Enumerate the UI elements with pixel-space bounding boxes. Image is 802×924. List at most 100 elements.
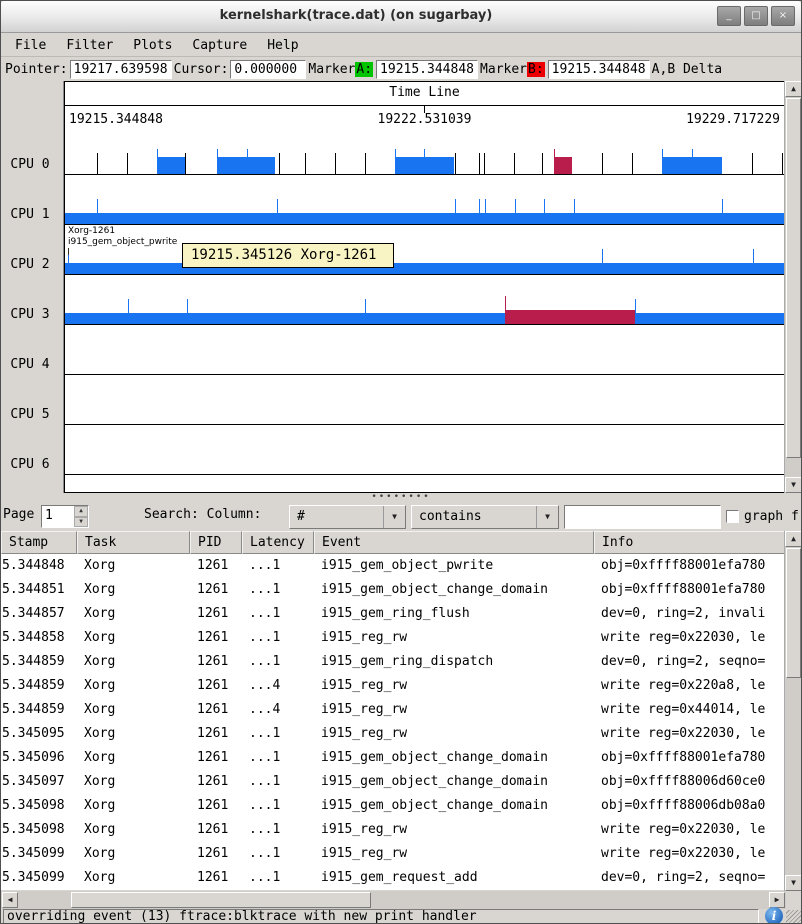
column-header[interactable]: Latency [242,531,314,554]
menu-capture[interactable]: Capture [182,36,257,55]
table-row[interactable]: 5.344859Xorg1261...4i915_reg_rwwrite reg… [1,698,786,722]
column-header[interactable]: Event [314,531,594,554]
pane-splitter[interactable]: •••••••• [1,493,801,503]
table-cell: i915_reg_rw [314,674,594,698]
table-cell: 5.344859 [1,674,77,698]
info-icon[interactable]: i [765,907,783,924]
table-row[interactable]: 5.345099Xorg1261...1i915_reg_rwwrite reg… [1,842,786,866]
table-cell: Xorg [77,794,190,818]
table-row[interactable]: 5.344851Xorg1261...1i915_gem_object_chan… [1,578,786,602]
close-button[interactable]: × [771,6,795,26]
table-row[interactable]: 5.344857Xorg1261...1i915_gem_ring_flushd… [1,602,786,626]
table-cell: Xorg [77,674,190,698]
table-cell: dev=0, ring=2, seqno= [594,866,786,890]
marker-a-badge[interactable]: A: [355,62,373,77]
search-input[interactable] [564,505,721,529]
hover-event-label: i915_gem_object_pwrite [68,237,177,247]
graph-vertical-scrollbar[interactable]: ▲ ▼ [784,81,801,493]
timeline-canvas[interactable] [65,82,784,492]
menu-filter[interactable]: Filter [56,36,123,55]
table-cell: i915_gem_ring_dispatch [314,650,594,674]
table-cell: i915_reg_rw [314,626,594,650]
graph-follows-label: graph f [744,509,799,524]
scroll-left-icon[interactable]: ◀ [2,892,18,908]
table-cell: 5.345098 [1,818,77,842]
column-header[interactable]: Task [77,531,190,554]
table-cell: ...1 [242,770,314,794]
table-vertical-scrollbar[interactable]: ▲ ▼ [784,531,801,891]
hscroll-thumb[interactable] [71,892,371,908]
minimize-button[interactable]: _ [717,6,741,26]
window-title: kernelshark(trace.dat) (on sugarbay) [1,8,711,23]
timeline-plot[interactable]: Time Line 19215.344848 19222.531039 1922… [64,81,785,493]
table-cell: ...1 [242,842,314,866]
status-message: overriding event (13) ftrace:blktrace wi… [3,909,759,924]
menu-file[interactable]: File [5,36,56,55]
cpu-track-6 [65,474,784,475]
graph-follows-checkbox[interactable] [726,510,739,523]
table-row[interactable]: 5.345096Xorg1261...1i915_gem_object_chan… [1,746,786,770]
table-row[interactable]: 5.345098Xorg1261...1i915_reg_rwwrite reg… [1,818,786,842]
table-row[interactable]: 5.345098Xorg1261...1i915_gem_object_chan… [1,794,786,818]
table-row[interactable]: 5.345099Xorg1261...1i915_gem_request_add… [1,866,786,890]
table-row[interactable]: 5.345097Xorg1261...1i915_gem_object_chan… [1,770,786,794]
table-cell: ...1 [242,650,314,674]
table-cell: ...4 [242,698,314,722]
match-select[interactable]: contains ▼ [411,505,559,529]
title-bar[interactable]: kernelshark(trace.dat) (on sugarbay) _ □… [1,1,801,33]
marker-b-value: 19215.344848 [548,60,650,79]
page-spinner-arrows[interactable]: ▲▼ [74,506,88,527]
table-row[interactable]: 5.344859Xorg1261...4i915_reg_rwwrite reg… [1,674,786,698]
menu-plots[interactable]: Plots [123,36,182,55]
hover-task-label: Xorg-1261 [68,226,115,236]
table-cell: ...1 [242,818,314,842]
table-row[interactable]: 5.344859Xorg1261...1i915_gem_ring_dispat… [1,650,786,674]
marker-info-bar: Pointer: 19217.639598 Cursor: 0.000000 M… [1,57,801,81]
table-cell: ...1 [242,866,314,890]
table-row[interactable]: 5.344848Xorg1261...1i915_gem_object_pwri… [1,554,786,578]
table-row[interactable]: 5.345095Xorg1261...1i915_reg_rwwrite reg… [1,722,786,746]
cpu-row-label: CPU 3 [1,307,59,322]
cursor-value: 0.000000 [230,60,306,79]
table-cell: ...4 [242,674,314,698]
table-cell: Xorg [77,722,190,746]
graph-panel: CPU 0CPU 1CPU 2CPU 3CPU 4CPU 5CPU 6 Time… [1,81,801,493]
table-header: StampTaskPIDLatencyEventInfo [1,531,786,554]
column-header[interactable]: Stamp [1,531,77,554]
table-cell: 1261 [190,554,242,578]
page-spinner[interactable]: 1 ▲▼ [41,505,89,528]
table-cell: Xorg [77,770,190,794]
page-value: 1 [45,508,53,523]
table-cell: 5.344851 [1,578,77,602]
table-cell: Xorg [77,554,190,578]
resize-grip[interactable] [786,910,801,924]
table-cell: i915_reg_rw [314,698,594,722]
table-cell: write reg=0x220a8, le [594,674,786,698]
table-cell: Xorg [77,650,190,674]
table-row[interactable]: 5.344858Xorg1261...1i915_reg_rwwrite reg… [1,626,786,650]
marker-b-badge[interactable]: B: [527,62,545,77]
table-cell: i915_reg_rw [314,722,594,746]
table-cell: ...1 [242,626,314,650]
table-cell: write reg=0x22030, le [594,842,786,866]
maximize-button[interactable]: □ [744,6,768,26]
timeline-tooltip: 19215.345126 Xorg-1261 [182,243,394,268]
table-cell: obj=0xffff88001efa780 [594,578,786,602]
table-cell: 5.344858 [1,626,77,650]
table-cell: ...1 [242,554,314,578]
scroll-right-icon[interactable]: ▶ [769,892,785,908]
column-header[interactable]: PID [190,531,242,554]
column-header[interactable]: Info [594,531,786,554]
cpu-row-label: CPU 4 [1,357,59,372]
table-cell: 1261 [190,794,242,818]
table-horizontal-scrollbar[interactable]: ◀ ▶ [1,891,786,909]
match-select-value: contains [419,509,482,524]
table-cell: 1261 [190,698,242,722]
column-select[interactable]: # ▼ [289,505,406,529]
table-cell: 5.344859 [1,698,77,722]
column-select-value: # [297,509,305,524]
search-column-label: Search: Column: [144,507,261,522]
table-cell: Xorg [77,818,190,842]
menu-help[interactable]: Help [257,36,308,55]
time-label-right: 19229.717229 [686,112,780,127]
